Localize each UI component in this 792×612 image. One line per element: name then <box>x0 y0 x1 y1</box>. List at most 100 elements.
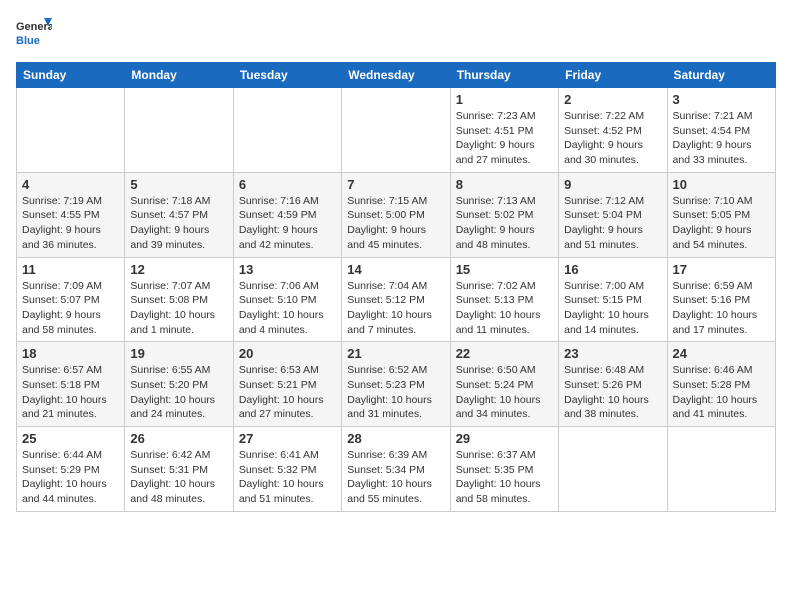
day-number: 14 <box>347 262 444 277</box>
day-detail: Sunrise: 6:42 AM Sunset: 5:31 PM Dayligh… <box>130 448 227 507</box>
calendar-cell: 17Sunrise: 6:59 AM Sunset: 5:16 PM Dayli… <box>667 257 775 342</box>
calendar-cell: 26 Sunrise: 6:42 AM Sunset: 5:31 PM Dayli… <box>125 427 233 512</box>
day-number: 26 <box>130 431 227 446</box>
day-detail: Sunrise: 7:04 AM Sunset: 5:12 PM Dayligh… <box>347 279 444 338</box>
day-detail: Sunrise: 6:37 AM Sunset: 5:35 PM Dayligh… <box>456 448 553 507</box>
day-detail: Sunrise: 7:06 AM Sunset: 5:10 PM Dayligh… <box>239 279 336 338</box>
day-number: 11 <box>22 262 119 277</box>
calendar-cell: 9Sunrise: 7:12 AM Sunset: 5:04 PM Daylig… <box>559 172 667 257</box>
day-detail: Sunrise: 7:16 AM Sunset: 4:59 PM Dayligh… <box>239 194 336 253</box>
day-number: 24 <box>673 346 770 361</box>
calendar-cell: 4 Sunrise: 7:19 AM Sunset: 4:55 PM Daylig… <box>17 172 125 257</box>
day-number: 7 <box>347 177 444 192</box>
column-header-sunday: Sunday <box>17 63 125 88</box>
column-header-monday: Monday <box>125 63 233 88</box>
day-detail: Sunrise: 6:41 AM Sunset: 5:32 PM Dayligh… <box>239 448 336 507</box>
page-header: General Blue <box>16 16 776 52</box>
column-header-thursday: Thursday <box>450 63 558 88</box>
calendar-header-row: SundayMondayTuesdayWednesdayThursdayFrid… <box>17 63 776 88</box>
calendar-cell: 5 Sunrise: 7:18 AM Sunset: 4:57 PM Daylig… <box>125 172 233 257</box>
calendar-week-row: 18 Sunrise: 6:57 AM Sunset: 5:18 PM Dayli… <box>17 342 776 427</box>
day-number: 21 <box>347 346 444 361</box>
calendar-week-row: 25 Sunrise: 6:44 AM Sunset: 5:29 PM Dayli… <box>17 427 776 512</box>
day-detail: Sunrise: 7:19 AM Sunset: 4:55 PM Dayligh… <box>22 194 119 253</box>
day-detail: Sunrise: 6:52 AM Sunset: 5:23 PM Dayligh… <box>347 363 444 422</box>
day-detail: Sunrise: 6:57 AM Sunset: 5:18 PM Dayligh… <box>22 363 119 422</box>
day-number: 22 <box>456 346 553 361</box>
calendar-cell: 2Sunrise: 7:22 AM Sunset: 4:52 PM Daylig… <box>559 88 667 173</box>
day-detail: Sunrise: 7:13 AM Sunset: 5:02 PM Dayligh… <box>456 194 553 253</box>
day-number: 4 <box>22 177 119 192</box>
day-detail: Sunrise: 6:59 AM Sunset: 5:16 PM Dayligh… <box>673 279 770 338</box>
day-number: 10 <box>673 177 770 192</box>
day-number: 8 <box>456 177 553 192</box>
day-number: 28 <box>347 431 444 446</box>
day-number: 12 <box>130 262 227 277</box>
calendar-cell: 11 Sunrise: 7:09 AM Sunset: 5:07 PM Dayli… <box>17 257 125 342</box>
day-detail: Sunrise: 7:00 AM Sunset: 5:15 PM Dayligh… <box>564 279 661 338</box>
day-detail: Sunrise: 7:21 AM Sunset: 4:54 PM Dayligh… <box>673 109 770 168</box>
day-detail: Sunrise: 6:48 AM Sunset: 5:26 PM Dayligh… <box>564 363 661 422</box>
calendar-table: SundayMondayTuesdayWednesdayThursdayFrid… <box>16 62 776 512</box>
calendar-cell: 1 Sunrise: 7:23 AM Sunset: 4:51 PM Daylig… <box>450 88 558 173</box>
calendar-cell: 3 Sunrise: 7:21 AM Sunset: 4:54 PM Daylig… <box>667 88 775 173</box>
calendar-cell <box>342 88 450 173</box>
day-detail: Sunrise: 6:44 AM Sunset: 5:29 PM Dayligh… <box>22 448 119 507</box>
day-detail: Sunrise: 7:18 AM Sunset: 4:57 PM Dayligh… <box>130 194 227 253</box>
column-header-wednesday: Wednesday <box>342 63 450 88</box>
day-number: 20 <box>239 346 336 361</box>
day-detail: Sunrise: 6:46 AM Sunset: 5:28 PM Dayligh… <box>673 363 770 422</box>
calendar-cell: 19 Sunrise: 6:55 AM Sunset: 5:20 PM Dayli… <box>125 342 233 427</box>
day-number: 18 <box>22 346 119 361</box>
calendar-cell: 23Sunrise: 6:48 AM Sunset: 5:26 PM Dayli… <box>559 342 667 427</box>
calendar-cell: 27 Sunrise: 6:41 AM Sunset: 5:32 PM Dayli… <box>233 427 341 512</box>
logo-graphic: General Blue <box>16 16 52 52</box>
calendar-cell <box>233 88 341 173</box>
calendar-cell <box>17 88 125 173</box>
day-detail: Sunrise: 7:02 AM Sunset: 5:13 PM Dayligh… <box>456 279 553 338</box>
day-detail: Sunrise: 6:55 AM Sunset: 5:20 PM Dayligh… <box>130 363 227 422</box>
logo: General Blue <box>16 16 52 52</box>
calendar-cell: 12 Sunrise: 7:07 AM Sunset: 5:08 PM Dayli… <box>125 257 233 342</box>
calendar-cell: 16 Sunrise: 7:00 AM Sunset: 5:15 PM Dayli… <box>559 257 667 342</box>
day-detail: Sunrise: 7:12 AM Sunset: 5:04 PM Dayligh… <box>564 194 661 253</box>
day-number: 19 <box>130 346 227 361</box>
calendar-cell: 24 Sunrise: 6:46 AM Sunset: 5:28 PM Dayli… <box>667 342 775 427</box>
calendar-cell: 8 Sunrise: 7:13 AM Sunset: 5:02 PM Daylig… <box>450 172 558 257</box>
calendar-week-row: 4 Sunrise: 7:19 AM Sunset: 4:55 PM Daylig… <box>17 172 776 257</box>
calendar-cell: 20 Sunrise: 6:53 AM Sunset: 5:21 PM Dayli… <box>233 342 341 427</box>
day-number: 1 <box>456 92 553 107</box>
calendar-week-row: 11 Sunrise: 7:09 AM Sunset: 5:07 PM Dayli… <box>17 257 776 342</box>
day-detail: Sunrise: 7:09 AM Sunset: 5:07 PM Dayligh… <box>22 279 119 338</box>
day-number: 27 <box>239 431 336 446</box>
calendar-cell: 29Sunrise: 6:37 AM Sunset: 5:35 PM Dayli… <box>450 427 558 512</box>
day-number: 13 <box>239 262 336 277</box>
calendar-cell: 13 Sunrise: 7:06 AM Sunset: 5:10 PM Dayli… <box>233 257 341 342</box>
calendar-cell: 21 Sunrise: 6:52 AM Sunset: 5:23 PM Dayli… <box>342 342 450 427</box>
day-number: 16 <box>564 262 661 277</box>
day-number: 6 <box>239 177 336 192</box>
day-detail: Sunrise: 7:22 AM Sunset: 4:52 PM Dayligh… <box>564 109 661 168</box>
calendar-cell <box>559 427 667 512</box>
day-detail: Sunrise: 6:53 AM Sunset: 5:21 PM Dayligh… <box>239 363 336 422</box>
column-header-saturday: Saturday <box>667 63 775 88</box>
calendar-cell: 25 Sunrise: 6:44 AM Sunset: 5:29 PM Dayli… <box>17 427 125 512</box>
svg-text:Blue: Blue <box>16 35 40 47</box>
calendar-cell: 18 Sunrise: 6:57 AM Sunset: 5:18 PM Dayli… <box>17 342 125 427</box>
calendar-cell: 14 Sunrise: 7:04 AM Sunset: 5:12 PM Dayli… <box>342 257 450 342</box>
day-number: 5 <box>130 177 227 192</box>
calendar-cell <box>667 427 775 512</box>
day-number: 3 <box>673 92 770 107</box>
day-detail: Sunrise: 7:15 AM Sunset: 5:00 PM Dayligh… <box>347 194 444 253</box>
calendar-cell: 15 Sunrise: 7:02 AM Sunset: 5:13 PM Dayli… <box>450 257 558 342</box>
calendar-cell: 6 Sunrise: 7:16 AM Sunset: 4:59 PM Daylig… <box>233 172 341 257</box>
calendar-cell: 28Sunrise: 6:39 AM Sunset: 5:34 PM Dayli… <box>342 427 450 512</box>
day-detail: Sunrise: 7:23 AM Sunset: 4:51 PM Dayligh… <box>456 109 553 168</box>
column-header-friday: Friday <box>559 63 667 88</box>
day-number: 25 <box>22 431 119 446</box>
day-number: 15 <box>456 262 553 277</box>
day-detail: Sunrise: 7:07 AM Sunset: 5:08 PM Dayligh… <box>130 279 227 338</box>
calendar-cell: 22Sunrise: 6:50 AM Sunset: 5:24 PM Dayli… <box>450 342 558 427</box>
calendar-week-row: 1 Sunrise: 7:23 AM Sunset: 4:51 PM Daylig… <box>17 88 776 173</box>
column-header-tuesday: Tuesday <box>233 63 341 88</box>
